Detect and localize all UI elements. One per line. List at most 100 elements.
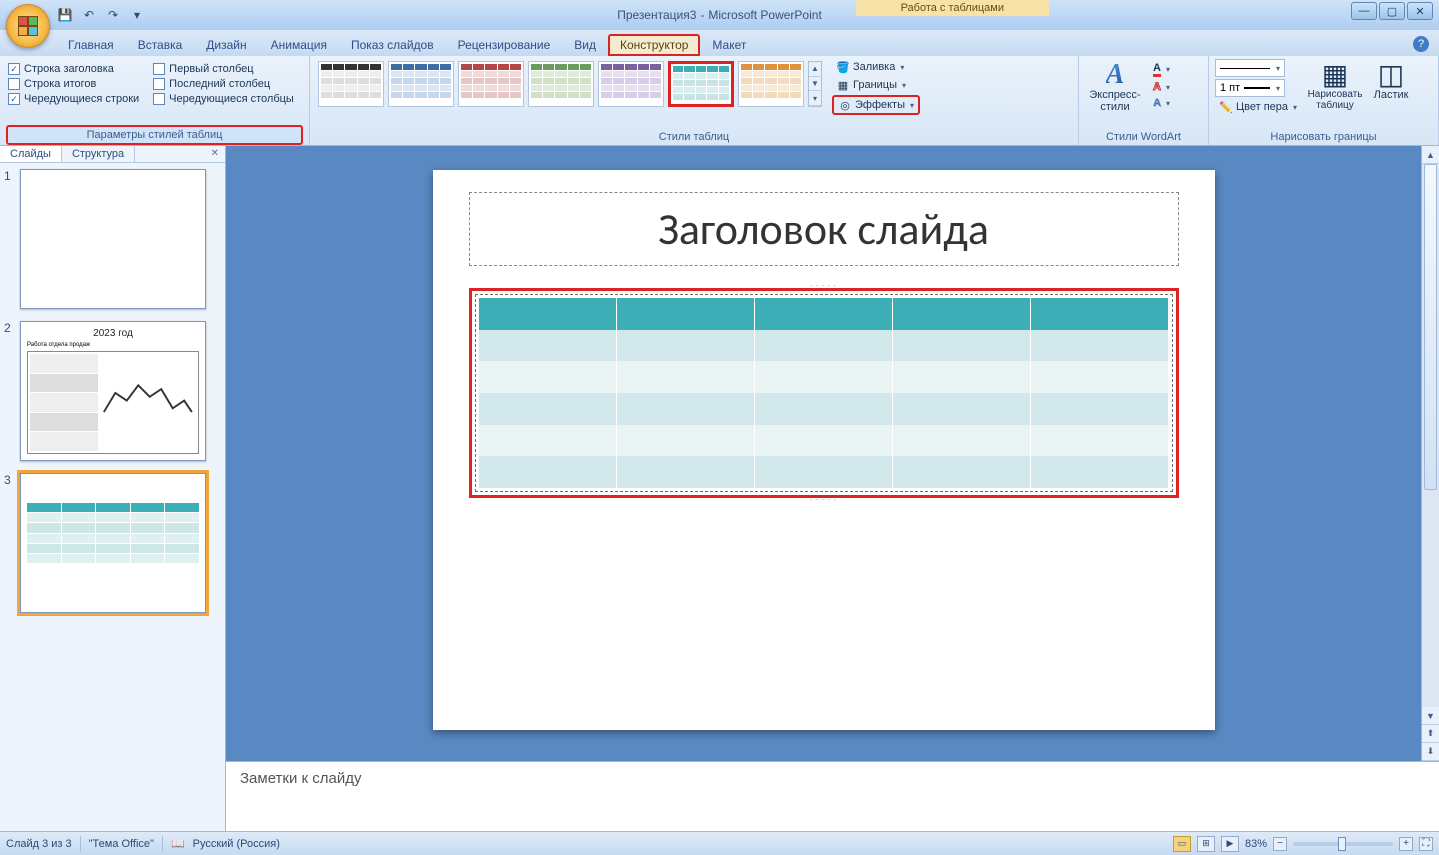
redo-icon[interactable]: ↷	[104, 6, 122, 24]
table-tools-label: Работа с таблицами	[856, 0, 1049, 16]
draw-table-button[interactable]: ▦Нарисовать таблицу	[1305, 59, 1365, 113]
chevron-down-icon: ▾	[902, 81, 906, 90]
sorter-view-icon[interactable]: ⊞	[1197, 836, 1215, 852]
undo-icon[interactable]: ↶	[80, 6, 98, 24]
pen-icon: ✏️	[1219, 100, 1233, 114]
chevron-down-icon: ▾	[910, 101, 914, 110]
group-wordart: A Экспресс-стили A▾ A▾ A▾ Стили WordArt	[1079, 56, 1209, 145]
scroll-up-icon[interactable]: ▲	[1422, 146, 1439, 164]
eraser-icon: ◫	[1378, 61, 1404, 89]
gallery-up-icon[interactable]: ▲	[809, 62, 821, 77]
express-styles-button[interactable]: A Экспресс-стили	[1085, 59, 1145, 115]
scroll-down-icon[interactable]: ▼	[1422, 707, 1439, 725]
minimize-button[interactable]: —	[1351, 2, 1377, 20]
check-banded-rows[interactable]: ✓Чередующиеся строки	[8, 93, 139, 105]
window-controls: — ▢ ✕	[1351, 2, 1433, 20]
tab-layout[interactable]: Макет	[700, 34, 758, 56]
group-draw-borders: ▾ 1 пт▾ ✏️Цвет пера▾ ▦Нарисовать таблицу…	[1209, 56, 1439, 145]
tab-animation[interactable]: Анимация	[259, 34, 339, 56]
chevron-down-icon: ▾	[1276, 84, 1280, 93]
fill-button[interactable]: 🪣Заливка▾	[832, 59, 908, 75]
group-table-style-options: ✓Строка заголовка Первый столбец Строка …	[0, 56, 310, 145]
status-spellcheck-icon[interactable]: 📖	[171, 837, 185, 850]
status-bar: Слайд 3 из 3 "Тема Office" 📖 Русский (Ро…	[0, 831, 1439, 855]
pen-weight-selector[interactable]: 1 пт▾	[1215, 79, 1285, 97]
close-button[interactable]: ✕	[1407, 2, 1433, 20]
table-style-7[interactable]	[738, 61, 804, 107]
status-slide-position: Слайд 3 из 3	[6, 838, 72, 850]
eraser-button[interactable]: ◫Ластик	[1369, 59, 1413, 103]
check-last-column[interactable]: Последний столбец	[153, 78, 294, 90]
panel-tab-outline[interactable]: Структура	[62, 146, 135, 162]
check-first-column[interactable]: Первый столбец	[153, 63, 294, 75]
prev-slide-icon[interactable]: ⬆	[1422, 725, 1439, 743]
table-style-3[interactable]	[458, 61, 524, 107]
gallery-scroller: ▲ ▼ ▾	[808, 61, 822, 107]
panel-close-icon[interactable]: ✕	[205, 146, 225, 162]
effects-button[interactable]: ◎Эффекты▾	[832, 95, 920, 115]
chevron-down-icon: ▾	[1166, 83, 1170, 92]
gallery-down-icon[interactable]: ▼	[809, 77, 821, 92]
gallery-more-icon[interactable]: ▾	[809, 91, 821, 106]
panel-tab-slides[interactable]: Слайды	[0, 146, 62, 162]
slide-canvas-area[interactable]: Заголовок слайда : : : : : : : : : :	[226, 146, 1421, 761]
thumbnail-3[interactable]: 3	[4, 473, 221, 613]
slide[interactable]: Заголовок слайда : : : : : : : : : :	[433, 170, 1215, 730]
group-table-styles: ▲ ▼ ▾ 🪣Заливка▾ ▦Границы▾ ◎Эффекты▾ Стил…	[310, 56, 1079, 145]
table-style-4[interactable]	[528, 61, 594, 107]
zoom-level[interactable]: 83%	[1245, 838, 1267, 850]
text-fill-button[interactable]: A▾	[1149, 61, 1174, 78]
table-style-2[interactable]	[388, 61, 454, 107]
table-selection[interactable]: : : : : : : : : : :	[469, 288, 1179, 498]
borders-button[interactable]: ▦Границы▾	[832, 77, 910, 93]
zoom-knob[interactable]	[1338, 837, 1346, 851]
selection-handle-bottom[interactable]: : : : : :	[810, 495, 837, 502]
table-style-6-selected[interactable]	[668, 61, 734, 107]
tab-view[interactable]: Вид	[562, 34, 608, 56]
slideshow-view-icon[interactable]: ▶	[1221, 836, 1239, 852]
tab-constructor[interactable]: Конструктор	[608, 34, 700, 56]
notes-pane[interactable]: Заметки к слайду	[226, 761, 1439, 831]
table-style-5[interactable]	[598, 61, 664, 107]
group-label-styles: Стили таблиц	[316, 129, 1072, 145]
selection-handle-top[interactable]: : : : : :	[810, 284, 837, 291]
tab-review[interactable]: Рецензирование	[446, 34, 563, 56]
zoom-slider[interactable]	[1293, 842, 1393, 846]
thumbnail-1[interactable]: 1	[4, 169, 221, 309]
group-label-draw: Нарисовать границы	[1215, 129, 1432, 145]
status-language[interactable]: Русский (Россия)	[193, 838, 280, 850]
group-label-options: Параметры стилей таблиц	[6, 125, 303, 145]
zoom-in-button[interactable]: +	[1399, 837, 1413, 851]
pen-color-button[interactable]: ✏️Цвет пера▾	[1215, 99, 1301, 115]
table-style-1[interactable]	[318, 61, 384, 107]
tab-insert[interactable]: Вставка	[126, 34, 195, 56]
zoom-out-button[interactable]: −	[1273, 837, 1287, 851]
slide-table[interactable]	[475, 294, 1173, 492]
title-placeholder[interactable]: Заголовок слайда	[469, 192, 1179, 266]
maximize-button[interactable]: ▢	[1379, 2, 1405, 20]
thumbnail-2[interactable]: 2 2023 год Работа отдела продаж	[4, 321, 221, 461]
vertical-scrollbar[interactable]: ▲ ▼ ⬆ ⬇	[1421, 146, 1439, 761]
workspace: Слайды Структура ✕ 1 2 2023 год Работа о…	[0, 146, 1439, 831]
scroll-thumb[interactable]	[1424, 164, 1437, 490]
next-slide-icon[interactable]: ⬇	[1422, 743, 1439, 761]
check-total-row[interactable]: Строка итогов	[8, 78, 139, 90]
check-banded-columns[interactable]: Чередующиеся столбцы	[153, 93, 294, 105]
tab-slideshow[interactable]: Показ слайдов	[339, 34, 446, 56]
qat-dropdown-icon[interactable]: ▾	[128, 6, 146, 24]
help-icon[interactable]: ?	[1413, 36, 1429, 52]
text-effects-button[interactable]: A▾	[1149, 96, 1174, 110]
fit-window-icon[interactable]: ⛶	[1419, 837, 1433, 851]
effects-icon: ◎	[838, 98, 852, 112]
tab-home[interactable]: Главная	[56, 34, 126, 56]
text-outline-button[interactable]: A▾	[1149, 80, 1174, 94]
tab-design[interactable]: Дизайн	[194, 34, 258, 56]
save-icon[interactable]: 💾	[56, 6, 74, 24]
contextual-tab-header: Работа с таблицами	[856, 0, 1049, 16]
office-button[interactable]	[6, 4, 50, 48]
check-header-row[interactable]: ✓Строка заголовка	[8, 63, 139, 75]
chevron-down-icon: ▾	[1166, 65, 1170, 74]
normal-view-icon[interactable]: ▭	[1173, 836, 1191, 852]
pen-style-selector[interactable]: ▾	[1215, 59, 1285, 77]
chevron-down-icon: ▾	[1293, 103, 1297, 112]
